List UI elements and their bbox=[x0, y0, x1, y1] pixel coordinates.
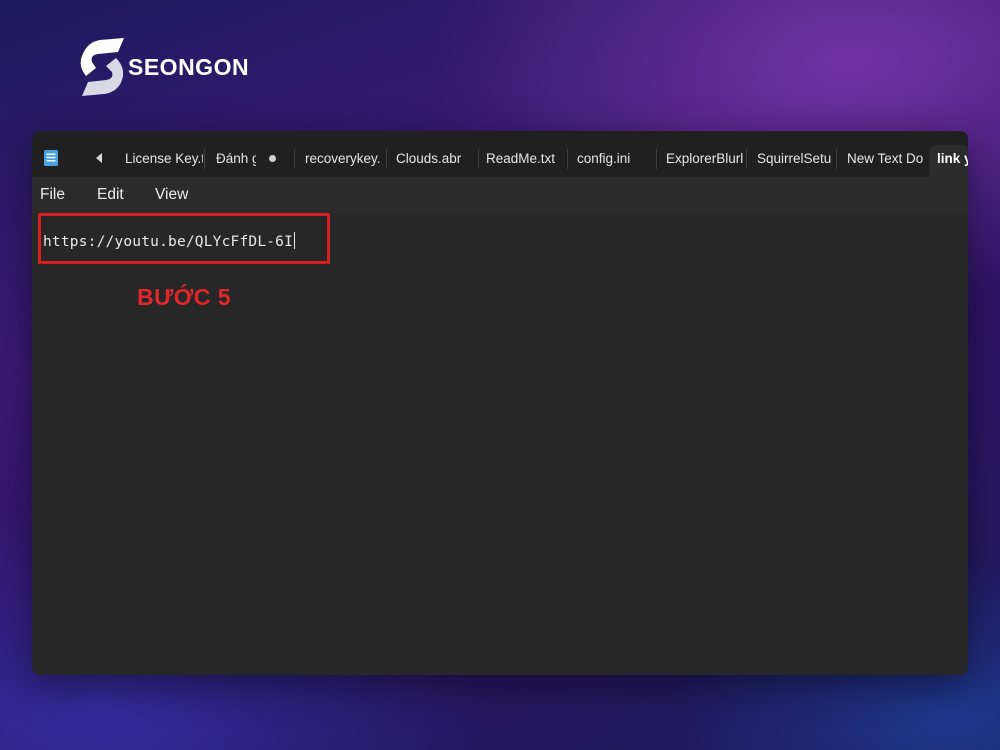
menu-file[interactable]: File bbox=[40, 186, 65, 204]
brand-logo: SEONGON bbox=[78, 36, 278, 98]
tab-separator bbox=[836, 149, 837, 169]
tab-separator bbox=[386, 149, 387, 169]
tab-separator bbox=[478, 149, 479, 169]
menu-edit[interactable]: Edit bbox=[97, 186, 124, 204]
tab-clouds-abr[interactable]: Clouds.abr bbox=[392, 145, 472, 173]
tab-danh-gia[interactable]: Đánh g bbox=[212, 145, 256, 173]
tab-separator bbox=[656, 149, 657, 169]
tab-separator bbox=[746, 149, 747, 169]
tab-recoverykey[interactable]: recoverykey. bbox=[301, 145, 385, 173]
tab-bar: License Key.t Đánh g recoverykey. Clouds… bbox=[32, 131, 968, 177]
tab-license-key[interactable]: License Key.t bbox=[121, 145, 203, 173]
highlight-box bbox=[38, 213, 330, 264]
unsaved-dot-icon bbox=[269, 155, 276, 162]
menu-view[interactable]: View bbox=[155, 186, 188, 204]
step-label: BƯỚC 5 bbox=[137, 284, 232, 310]
brand-name: SEONGON bbox=[128, 53, 250, 80]
tab-readme[interactable]: ReadMe.txt bbox=[482, 145, 562, 173]
tab-squirrelsetup[interactable]: SquirrelSetu bbox=[753, 145, 833, 173]
tab-config-ini[interactable]: config.ini bbox=[573, 145, 653, 173]
tab-link-youtube-active[interactable]: link y bbox=[929, 145, 968, 177]
tab-separator bbox=[567, 149, 568, 169]
tab-scroll-left-icon[interactable] bbox=[94, 152, 104, 164]
notepad-app-icon bbox=[44, 150, 58, 166]
tab-separator bbox=[204, 149, 205, 169]
menu-bar: File Edit View bbox=[32, 177, 968, 213]
tab-explorerblur[interactable]: ExplorerBlurl bbox=[662, 145, 744, 173]
seongon-logo-icon bbox=[80, 38, 124, 96]
tab-separator bbox=[294, 149, 295, 169]
text-editor-area[interactable]: https://youtu.be/QLYcFfDL-6I bbox=[32, 213, 968, 675]
tab-new-text-doc[interactable]: New Text Do bbox=[843, 145, 925, 173]
